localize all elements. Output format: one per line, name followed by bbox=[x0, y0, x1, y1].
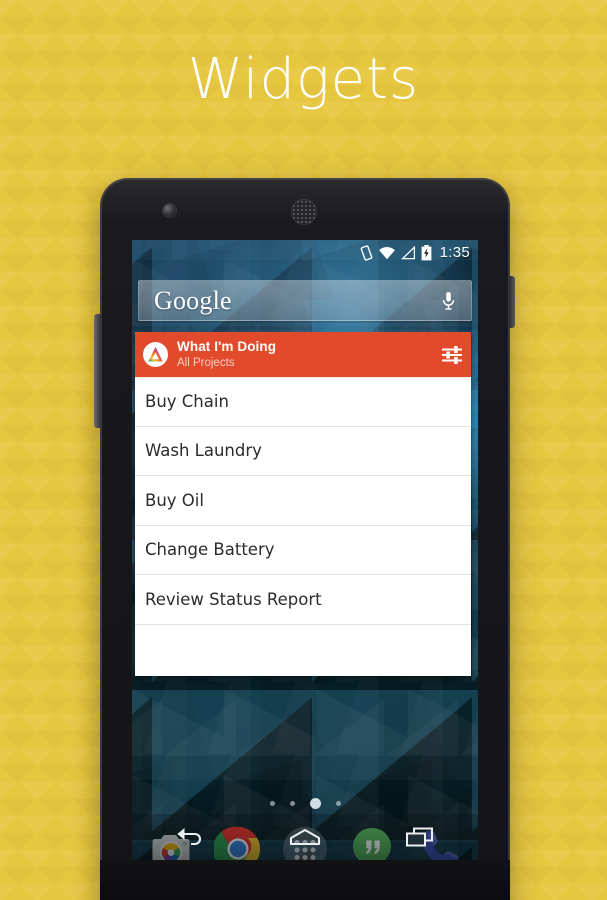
cell-signal-icon bbox=[400, 245, 415, 259]
widget-title: What I'm Doing bbox=[177, 339, 277, 355]
widget-header[interactable]: What I'm Doing All Projects bbox=[135, 332, 471, 377]
page-title: Widgets bbox=[187, 47, 420, 112]
power-button[interactable] bbox=[509, 276, 515, 328]
earpiece-speaker-icon bbox=[292, 200, 316, 224]
android-nav-bar[interactable] bbox=[132, 814, 478, 860]
status-bar-clock: 1:35 bbox=[439, 244, 470, 261]
triangle-a-app-icon bbox=[143, 342, 168, 367]
page-dot[interactable] bbox=[269, 801, 275, 806]
task-label: Buy Chain bbox=[145, 392, 229, 412]
task-list-empty-area bbox=[135, 624, 471, 676]
phone-bottom-chin bbox=[100, 860, 510, 900]
list-item[interactable]: Wash Laundry bbox=[135, 427, 471, 476]
google-search-bar[interactable]: Google bbox=[138, 280, 472, 321]
list-item[interactable]: Change Battery bbox=[135, 526, 471, 575]
widget-subtitle: All Projects bbox=[177, 356, 235, 369]
task-label: Change Battery bbox=[145, 540, 275, 560]
task-label: Wash Laundry bbox=[145, 441, 262, 461]
microphone-icon[interactable] bbox=[439, 288, 457, 314]
volume-rocker-button[interactable] bbox=[94, 314, 101, 428]
back-button[interactable] bbox=[164, 822, 216, 852]
front-camera-icon bbox=[163, 204, 176, 217]
page-dot[interactable] bbox=[335, 801, 341, 806]
page-dot-active[interactable] bbox=[309, 798, 321, 809]
task-label: Review Status Report bbox=[145, 589, 322, 609]
what-im-doing-widget[interactable]: What I'm Doing All Projects Buy Chain Wa… bbox=[135, 332, 471, 676]
wifi-icon bbox=[378, 246, 395, 259]
phone-screen: 1:35 Google What I'm Doing All Projects … bbox=[132, 240, 478, 860]
battery-charging-icon bbox=[421, 244, 431, 260]
task-list[interactable]: Buy Chain Wash Laundry Buy Oil Change Ba… bbox=[135, 377, 471, 676]
list-item[interactable]: Review Status Report bbox=[135, 575, 471, 625]
list-item[interactable]: Buy Oil bbox=[135, 476, 471, 526]
home-button[interactable] bbox=[279, 822, 331, 852]
recents-button[interactable] bbox=[394, 822, 446, 852]
google-logo-text: Google bbox=[154, 285, 232, 315]
page-dot[interactable] bbox=[289, 801, 295, 806]
list-item[interactable]: Buy Chain bbox=[135, 377, 471, 427]
status-bar[interactable]: 1:35 bbox=[132, 240, 478, 265]
task-label: Buy Oil bbox=[145, 490, 204, 510]
phone-device-frame: 1:35 Google What I'm Doing All Projects … bbox=[94, 178, 515, 900]
widget-header-texts: What I'm Doing All Projects bbox=[177, 339, 277, 369]
tune-sliders-icon[interactable] bbox=[439, 342, 465, 368]
vibrate-icon bbox=[360, 244, 372, 261]
home-page-indicator bbox=[132, 798, 478, 809]
